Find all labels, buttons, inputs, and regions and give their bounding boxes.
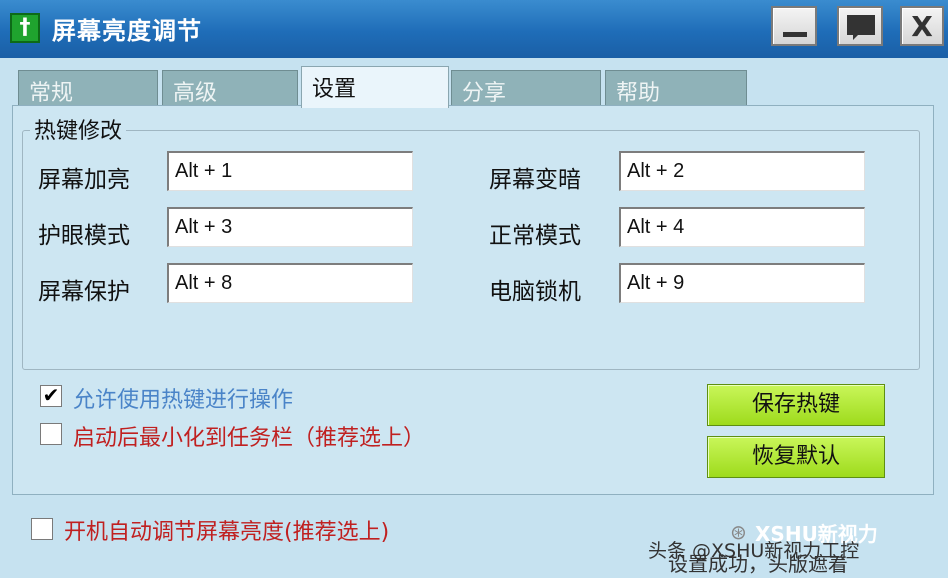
chat-icon <box>847 15 875 40</box>
hotkey-input-screensaver[interactable] <box>167 263 413 303</box>
tab-settings[interactable]: 设置 <box>301 66 449 108</box>
close-icon: X <box>911 10 933 43</box>
minimize-to-tray-label[interactable]: 启动后最小化到任务栏（推荐选上） <box>73 420 425 452</box>
watermark-text: 头条 @XSHU新视力工控 <box>648 540 860 562</box>
hotkey-group-title: 热键修改 <box>30 113 127 145</box>
hotkey-input-normal[interactable] <box>619 207 865 247</box>
hotkey-label-eye-care: 护眼模式 <box>38 223 130 249</box>
save-hotkeys-button[interactable]: 保存热键 <box>707 384 885 426</box>
hotkey-label-brighten: 屏幕加亮 <box>38 167 130 193</box>
minimize-icon <box>783 32 807 37</box>
allow-hotkeys-label[interactable]: 允许使用热键进行操作 <box>73 382 293 414</box>
window-title: 屏幕亮度调节 <box>52 17 202 45</box>
hotkey-label-normal: 正常模式 <box>489 223 581 249</box>
hotkey-input-lock[interactable] <box>619 263 865 303</box>
minimize-to-tray-checkbox[interactable] <box>40 423 62 445</box>
hotkey-label-lock: 电脑锁机 <box>489 279 581 305</box>
title-bar: † 屏幕亮度调节 X <box>0 0 948 58</box>
hotkey-input-darken[interactable] <box>619 151 865 191</box>
close-button[interactable]: X <box>900 6 944 46</box>
chat-button[interactable] <box>837 6 883 46</box>
tab-general[interactable]: 常规 <box>18 70 158 106</box>
tab-share[interactable]: 分享 <box>451 70 601 106</box>
app-icon: † <box>10 13 40 43</box>
hotkey-label-darken: 屏幕变暗 <box>489 167 581 193</box>
tab-help[interactable]: 帮助 <box>605 70 747 106</box>
allow-hotkeys-checkbox[interactable]: ✔ <box>40 385 62 407</box>
restore-defaults-button[interactable]: 恢复默认 <box>707 436 885 478</box>
auto-adjust-checkbox[interactable] <box>31 518 53 540</box>
auto-adjust-label[interactable]: 开机自动调节屏幕亮度(推荐选上) <box>64 514 389 546</box>
hotkey-input-brighten[interactable] <box>167 151 413 191</box>
minimize-button[interactable] <box>771 6 817 46</box>
hotkey-label-screensaver: 屏幕保护 <box>38 279 130 305</box>
hotkey-input-eye-care[interactable] <box>167 207 413 247</box>
tab-advanced[interactable]: 高级 <box>162 70 298 106</box>
